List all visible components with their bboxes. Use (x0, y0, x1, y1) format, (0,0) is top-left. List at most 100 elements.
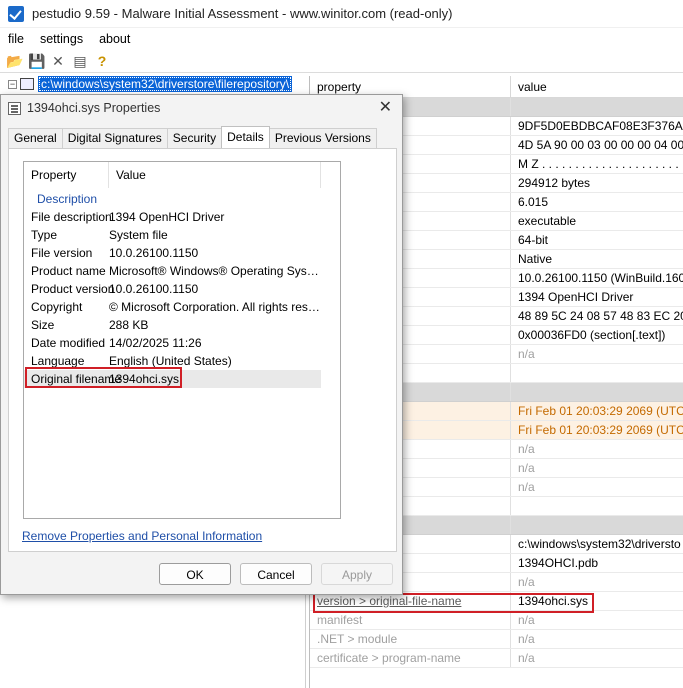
details-row-value: 10.0.26100.1150 (109, 246, 199, 260)
details-rows: File description 1394 OpenHCI Driver Type S… (24, 208, 340, 388)
dialog-tabs: General Digital Signatures Security Deta… (8, 126, 377, 148)
details-row-value: 10.0.26100.1150 (109, 282, 199, 296)
menu-file[interactable]: file (0, 32, 32, 46)
window-title: pestudio 9.59 - Malware Initial Assessme… (32, 6, 453, 21)
grid-cell-value: 294912 bytes (518, 176, 591, 190)
grid-cell-value: n/a (518, 442, 535, 456)
details-row[interactable]: Type System file (24, 226, 340, 244)
grid-cell-property: manifest (310, 611, 511, 629)
grid-cell-value: n/a (518, 575, 535, 589)
details-row[interactable]: Product version 10.0.26100.1150 (24, 280, 340, 298)
document-icon[interactable]: ▤ (72, 53, 88, 69)
details-row-key: Copyright (31, 300, 83, 314)
grid-cell-property: .NET > module (310, 630, 511, 648)
tab-digital-signatures[interactable]: Digital Signatures (61, 128, 168, 148)
highlight-dialog-original-filename (25, 367, 182, 388)
details-row-key: Size (31, 318, 55, 332)
pestudio-app-icon (8, 5, 24, 22)
grid-cell-value: 48 89 5C 24 08 57 48 83 EC 20 48 (518, 309, 683, 323)
grid-cell-value: 64-bit (518, 233, 549, 247)
remove-properties-link[interactable]: Remove Properties and Personal Informati… (22, 529, 262, 543)
details-row-key: Type (31, 228, 58, 242)
close-file-icon[interactable]: ✕ (50, 53, 66, 69)
details-row-key: Date modified (31, 336, 106, 350)
details-header-property[interactable]: Property (24, 162, 109, 188)
menu-about[interactable]: about (91, 32, 138, 46)
toolbar: 📂 💾 ✕ ▤ ? (0, 49, 683, 73)
grid-row[interactable]: certificate > program-name n/a (310, 649, 683, 668)
grid-cell-value (511, 497, 683, 515)
details-row[interactable]: Copyright © Microsoft Corporation. All ri… (24, 298, 340, 316)
apply-button[interactable]: Apply (321, 563, 393, 585)
close-icon[interactable]: ✕ (379, 100, 392, 116)
menu-settings[interactable]: settings (32, 32, 91, 46)
grid-cell-value (511, 98, 683, 116)
details-row-value: 288 KB (109, 318, 149, 332)
details-header-value[interactable]: Value (109, 162, 321, 188)
details-row-value: Microsoft® Windows® Operating System (109, 264, 321, 278)
grid-cell-value (511, 516, 683, 534)
grid-cell-value: 1394OHCI.pdb (518, 556, 599, 570)
tab-security[interactable]: Security (166, 128, 223, 148)
save-icon[interactable]: 💾 (28, 53, 45, 69)
details-row-key: Product name (31, 264, 106, 278)
grid-row[interactable]: manifest n/a (310, 611, 683, 630)
file-tree: − c:\windows\system32\driverstore\filere… (0, 73, 306, 95)
dialog-title: 1394ohci.sys Properties (27, 101, 161, 115)
app-titlebar: pestudio 9.59 - Malware Initial Assessme… (0, 0, 683, 28)
grid-cell-value: Fri Feb 01 20:03:29 2069 (UTC) (518, 404, 683, 418)
cancel-button[interactable]: Cancel (240, 563, 312, 585)
grid-cell-value: Fri Feb 01 20:03:29 2069 (UTC) (518, 423, 683, 437)
ok-button[interactable]: OK (159, 563, 231, 585)
grid-cell-value: 10.0.26100.1150 (WinBuild.16010 (518, 271, 683, 285)
grid-cell-value: 0x00036FD0 (section[.text]) (518, 328, 666, 342)
details-row-key: File description (31, 210, 112, 224)
help-icon[interactable]: ? (94, 53, 110, 69)
grid-cell-property: certificate > program-name (310, 649, 511, 667)
open-folder-icon[interactable]: 📂 (6, 53, 23, 69)
grid-row[interactable]: .NET > module n/a (310, 630, 683, 649)
details-row-value: 1394 OpenHCI Driver (109, 210, 225, 224)
grid-cell-value: n/a (518, 632, 535, 646)
grid-cell-value: n/a (518, 461, 535, 475)
details-row[interactable]: Date modified 14/02/2025 11:26 (24, 334, 340, 352)
tree-selected-path[interactable]: c:\windows\system32\driverstore\filerepo… (38, 76, 293, 92)
tab-previous-versions[interactable]: Previous Versions (268, 128, 377, 148)
details-row-key: File version (31, 246, 93, 260)
grid-cell-value: executable (518, 214, 577, 228)
grid-cell-value: 4D 5A 90 00 03 00 00 00 04 00 00 (518, 138, 683, 152)
grid-cell-value: 9DF5D0EBDBCAF08E3F376AE993 (518, 119, 683, 133)
grid-cell-value: 6.015 (518, 195, 549, 209)
details-group-description: Description (37, 192, 98, 206)
grid-cell-value: n/a (518, 480, 535, 494)
details-row-value: System file (109, 228, 168, 242)
details-row[interactable]: Size 288 KB (24, 316, 340, 334)
highlight-pestudio-original-filename (313, 593, 594, 613)
properties-dialog: 1394ohci.sys Properties ✕ General Digita… (0, 94, 403, 595)
grid-cell-value: M Z . . . . . . . . . . . . . . . . . . … (518, 157, 683, 171)
dialog-titlebar: 1394ohci.sys Properties ✕ (1, 95, 402, 121)
details-row-key: Product version (31, 282, 115, 296)
grid-cell-value: n/a (518, 613, 535, 627)
file-node-icon (20, 78, 34, 90)
menu-bar: file settings about (0, 28, 683, 49)
details-row[interactable]: File version 10.0.26100.1150 (24, 244, 340, 262)
grid-header-value[interactable]: value (511, 76, 547, 97)
details-row[interactable]: Product name Microsoft® Windows® Operatin… (24, 262, 340, 280)
grid-cell-value: c:\windows\system32\driversto (518, 537, 681, 551)
file-properties-icon (8, 101, 21, 115)
tab-details[interactable]: Details (221, 126, 270, 148)
details-list: Property Value Description File descript… (23, 161, 341, 519)
tree-collapse-icon[interactable]: − (8, 79, 17, 89)
tab-general[interactable]: General (8, 128, 63, 148)
grid-cell-value (511, 383, 683, 401)
details-row-value: 14/02/2025 11:26 (109, 336, 202, 350)
grid-cell-value: 1394 OpenHCI Driver (518, 290, 634, 304)
dialog-buttons: OK Cancel Apply (159, 563, 393, 585)
details-panel: Property Value Description File descript… (8, 148, 397, 552)
details-row[interactable]: File description 1394 OpenHCI Driver (24, 208, 340, 226)
grid-cell-value: Native (518, 252, 553, 266)
details-list-header: Property Value (24, 162, 340, 188)
grid-cell-value (511, 364, 683, 382)
details-row-value: © Microsoft Corporation. All rights rese… (109, 300, 321, 314)
